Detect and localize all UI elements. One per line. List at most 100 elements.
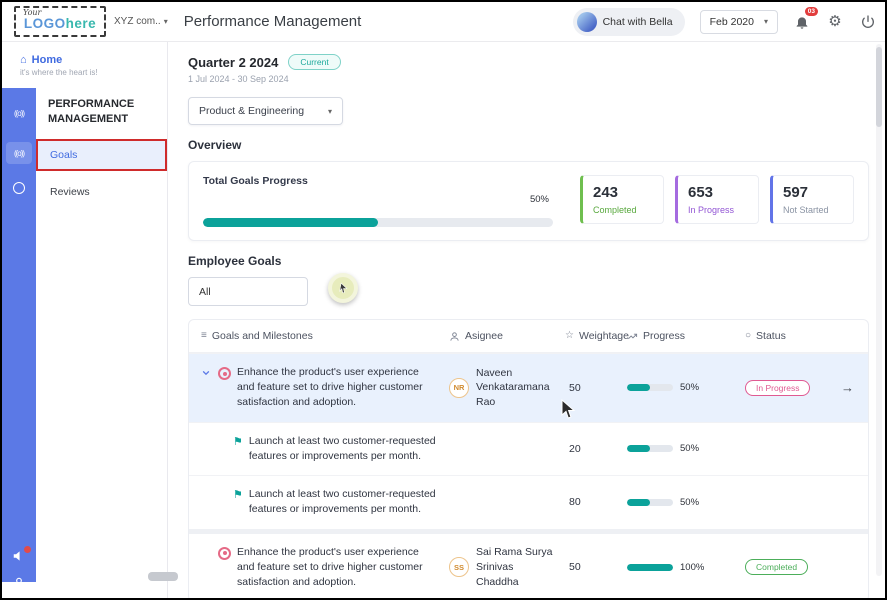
progress-bar bbox=[627, 445, 673, 452]
milestone-text: Launch at least two customer-requested f… bbox=[249, 434, 439, 464]
employee-goals-heading: Employee Goals bbox=[188, 254, 869, 268]
profile-button[interactable] bbox=[12, 576, 26, 590]
settings-button[interactable]: ⚙ bbox=[826, 13, 844, 31]
milestone-row[interactable]: ⚑ Launch at least two customer-requested… bbox=[189, 422, 868, 475]
sidebar-item-goals[interactable]: Goals bbox=[36, 139, 167, 171]
stat-completed: 243 Completed bbox=[580, 175, 664, 224]
column-status[interactable]: ○ Status bbox=[745, 330, 837, 342]
icon-rail: ((o)) ((o)) bbox=[2, 88, 36, 582]
progress-bar-fill bbox=[627, 384, 650, 391]
stat-in-progress-value: 653 bbox=[688, 184, 748, 201]
progress-bar-fill bbox=[203, 218, 378, 227]
column-goals-milestones[interactable]: ≡ Goals and Milestones bbox=[201, 330, 449, 342]
date-selector[interactable]: Feb 2020 ▾ bbox=[700, 10, 778, 34]
logo-word: LOGO bbox=[24, 16, 66, 31]
stat-not-started-label: Not Started bbox=[783, 205, 843, 215]
person-icon bbox=[449, 331, 460, 342]
chat-with-bella-button[interactable]: Chat with Bella bbox=[573, 8, 685, 36]
main-content: Quarter 2 2024 Current 1 Jul 2024 - 30 S… bbox=[168, 42, 885, 598]
home-link[interactable]: ⌂ Home bbox=[20, 54, 159, 66]
quarter-header: Quarter 2 2024 Current bbox=[188, 54, 869, 70]
goal-cell: Enhance the product's user experience an… bbox=[201, 545, 449, 591]
chevron-down-icon: ▾ bbox=[764, 17, 768, 26]
goal-target-icon bbox=[218, 367, 231, 380]
chevron-down-icon: ▾ bbox=[164, 17, 168, 26]
milestone-flag-icon: ⚑ bbox=[233, 435, 243, 448]
column-asignee[interactable]: Asignee bbox=[449, 330, 565, 342]
status-badge: In Progress bbox=[745, 380, 810, 396]
gear-icon: ⚙ bbox=[828, 14, 841, 29]
progress-bar-fill bbox=[627, 445, 650, 452]
goals-filter-input[interactable] bbox=[188, 277, 308, 306]
column-label: Progress bbox=[643, 330, 685, 342]
broadcast-icon[interactable]: ((o)) bbox=[6, 102, 32, 124]
column-progress[interactable]: Progress bbox=[627, 330, 745, 342]
milestone-cell: ⚑ Launch at least two customer-requested… bbox=[201, 434, 449, 464]
goal-text: Enhance the product's user experience an… bbox=[237, 365, 439, 411]
column-weightage[interactable]: ☆ Weightage bbox=[565, 330, 627, 342]
progress-label: 50% bbox=[680, 382, 699, 393]
person-icon bbox=[12, 576, 26, 590]
logo-your-text: Your bbox=[23, 8, 41, 17]
column-label: Asignee bbox=[465, 330, 503, 342]
audio-button[interactable] bbox=[12, 549, 26, 563]
app-window: Your LOGOhere XYZ com.. ▾ Performance Ma… bbox=[0, 0, 887, 600]
goal-row[interactable]: Enhance the product's user experience an… bbox=[189, 353, 868, 422]
body: ⌂ Home it's where the heart is! ((o)) ((… bbox=[2, 42, 885, 598]
goal-text: Enhance the product's user experience an… bbox=[237, 545, 439, 591]
quarter-title: Quarter 2 2024 bbox=[188, 55, 278, 70]
vertical-scrollbar[interactable] bbox=[876, 44, 882, 576]
assignee-avatar: SS bbox=[449, 557, 469, 577]
header-actions: Chat with Bella Feb 2020 ▾ 03 ⚙ bbox=[573, 8, 877, 36]
milestone-text: Launch at least two customer-requested f… bbox=[249, 487, 439, 517]
broadcast-icon-active[interactable]: ((o)) bbox=[6, 142, 32, 164]
goal-row[interactable]: Enhance the product's user experience an… bbox=[189, 529, 868, 598]
logo[interactable]: Your LOGOhere bbox=[14, 6, 106, 37]
table-header-row: ≡ Goals and Milestones Asignee ☆ Weighta… bbox=[189, 320, 868, 353]
home-block: ⌂ Home it's where the heart is! bbox=[2, 42, 167, 85]
department-selector[interactable]: Product & Engineering ▾ bbox=[188, 97, 343, 125]
audio-alert-badge bbox=[24, 546, 31, 553]
arrow-right-icon[interactable]: → bbox=[841, 380, 854, 395]
progress-label: 50% bbox=[680, 443, 699, 454]
milestone-row[interactable]: ⚑ Launch at least two customer-requested… bbox=[189, 475, 868, 528]
progress-bar-fill bbox=[627, 564, 673, 571]
assignee-cell: NR Naveen Venkataramana Rao bbox=[449, 366, 565, 410]
sidebar: ⌂ Home it's where the heart is! ((o)) ((… bbox=[2, 42, 168, 598]
page-title: Performance Management bbox=[184, 13, 362, 30]
top-header: Your LOGOhere XYZ com.. ▾ Performance Ma… bbox=[2, 2, 885, 42]
logo-main-text: LOGOhere bbox=[24, 15, 96, 34]
row-detail-cell: → bbox=[837, 380, 856, 395]
horizontal-scrollbar-thumb[interactable] bbox=[148, 572, 178, 581]
chevron-down-icon[interactable] bbox=[201, 368, 212, 378]
sidebar-item-reviews[interactable]: Reviews bbox=[36, 177, 167, 207]
assignee-cell: SS Sai Rama Surya Srinivas Chaddha bbox=[449, 545, 565, 589]
assignee-name: Naveen Venkataramana Rao bbox=[476, 366, 557, 410]
progress-bar bbox=[203, 218, 553, 227]
progress-label: 50% bbox=[680, 497, 699, 508]
column-label: Status bbox=[756, 330, 786, 342]
filter-row bbox=[188, 277, 869, 307]
sidebar-menu: PERFORMANCE MANAGEMENT Goals Reviews bbox=[36, 85, 167, 207]
column-label: Weightage bbox=[579, 330, 629, 342]
overview-heading: Overview bbox=[188, 138, 869, 152]
circle-icon[interactable] bbox=[13, 182, 25, 194]
logo-suffix: here bbox=[66, 16, 97, 31]
assignee-avatar: NR bbox=[449, 378, 469, 398]
org-selector[interactable]: XYZ com.. ▾ bbox=[114, 16, 168, 27]
org-selector-label: XYZ com.. bbox=[114, 16, 161, 27]
date-selector-value: Feb 2020 bbox=[710, 16, 754, 28]
notifications-button[interactable]: 03 bbox=[793, 13, 811, 31]
stat-in-progress-label: In Progress bbox=[688, 205, 748, 215]
stat-completed-value: 243 bbox=[593, 184, 653, 201]
goal-target-dot bbox=[223, 551, 227, 555]
progress-cell: 50% bbox=[627, 443, 745, 454]
quarter-date-range: 1 Jul 2024 - 30 Sep 2024 bbox=[188, 74, 869, 84]
power-button[interactable] bbox=[859, 13, 877, 31]
progress-bar bbox=[627, 564, 673, 571]
progress-cell: 50% bbox=[627, 382, 745, 393]
employee-goals-table: ≡ Goals and Milestones Asignee ☆ Weighta… bbox=[188, 319, 869, 598]
home-icon: ⌂ bbox=[20, 54, 27, 66]
vertical-scrollbar-thumb[interactable] bbox=[876, 47, 882, 127]
goal-cell: Enhance the product's user experience an… bbox=[201, 365, 449, 411]
